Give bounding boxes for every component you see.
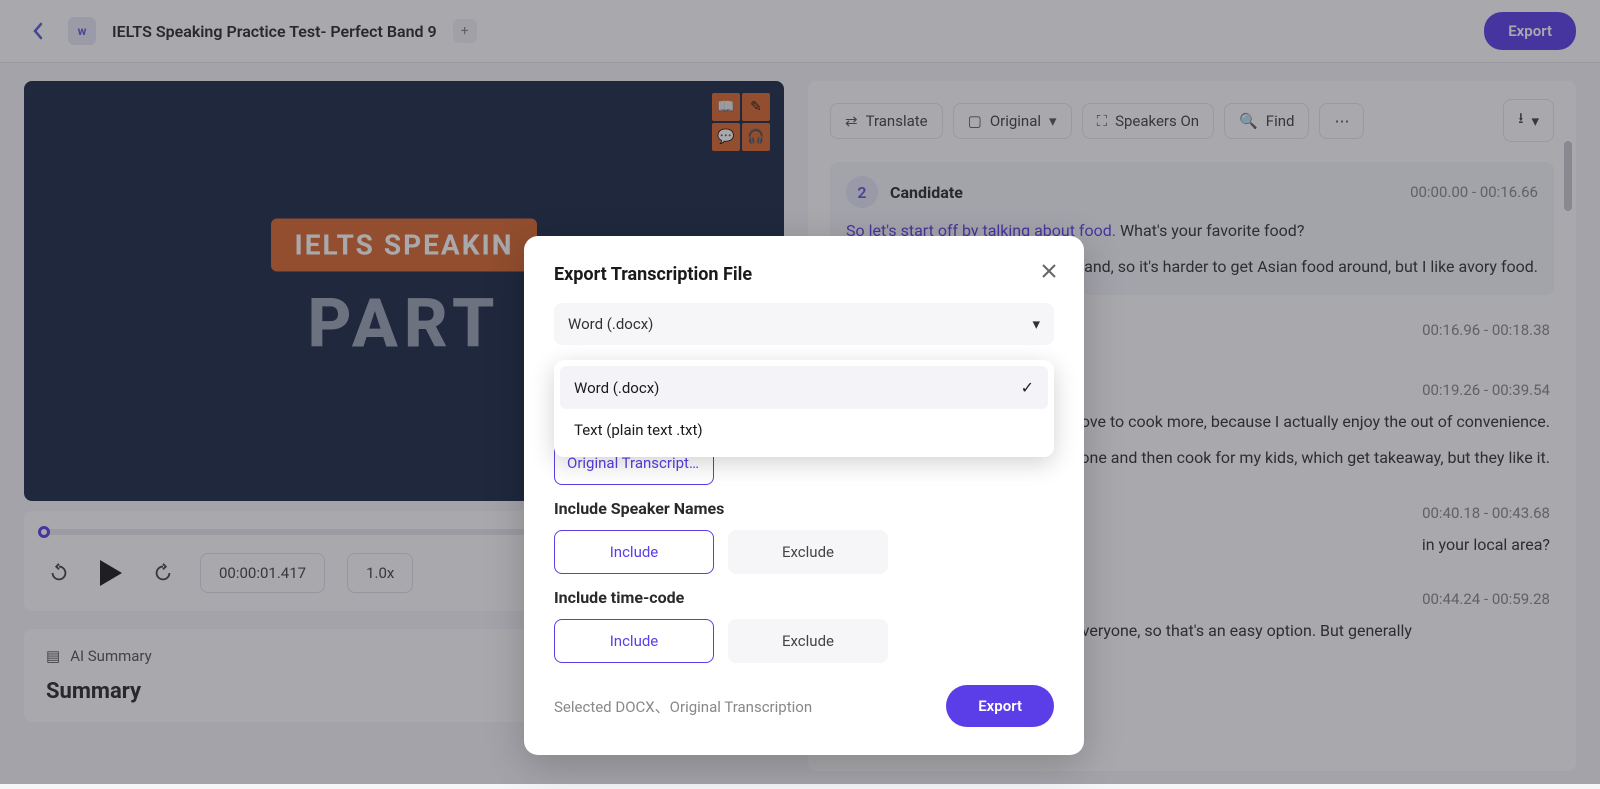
speaker-include[interactable]: Include <box>554 530 714 574</box>
select-value: Word (.docx) <box>568 315 653 333</box>
chevron-down-icon: ▾ <box>1032 315 1040 333</box>
modal-title: Export Transcription File <box>554 264 1054 285</box>
check-icon: ✓ <box>1021 378 1034 397</box>
dropdown-option-txt[interactable]: Text (plain text .txt) <box>560 409 1048 451</box>
speaker-exclude[interactable]: Exclude <box>728 530 888 574</box>
timecode-exclude[interactable]: Exclude <box>728 619 888 663</box>
option-label: Text (plain text .txt) <box>574 421 703 439</box>
section-speaker-label: Include Speaker Names <box>554 499 1054 518</box>
export-modal: Export Transcription File Word (.docx) ▾… <box>524 236 1084 755</box>
timecode-include[interactable]: Include <box>554 619 714 663</box>
export-confirm-button[interactable]: Export <box>946 685 1054 727</box>
section-timecode-label: Include time-code <box>554 588 1054 607</box>
option-label: Word (.docx) <box>574 379 659 397</box>
dropdown-option-docx[interactable]: Word (.docx) ✓ <box>560 366 1048 409</box>
close-button[interactable] <box>1036 258 1062 284</box>
format-select[interactable]: Word (.docx) ▾ <box>554 303 1054 345</box>
format-dropdown: Word (.docx) ✓ Text (plain text .txt) <box>554 360 1054 457</box>
modal-selection-summary: Selected DOCX、Original Transcription <box>554 696 812 717</box>
